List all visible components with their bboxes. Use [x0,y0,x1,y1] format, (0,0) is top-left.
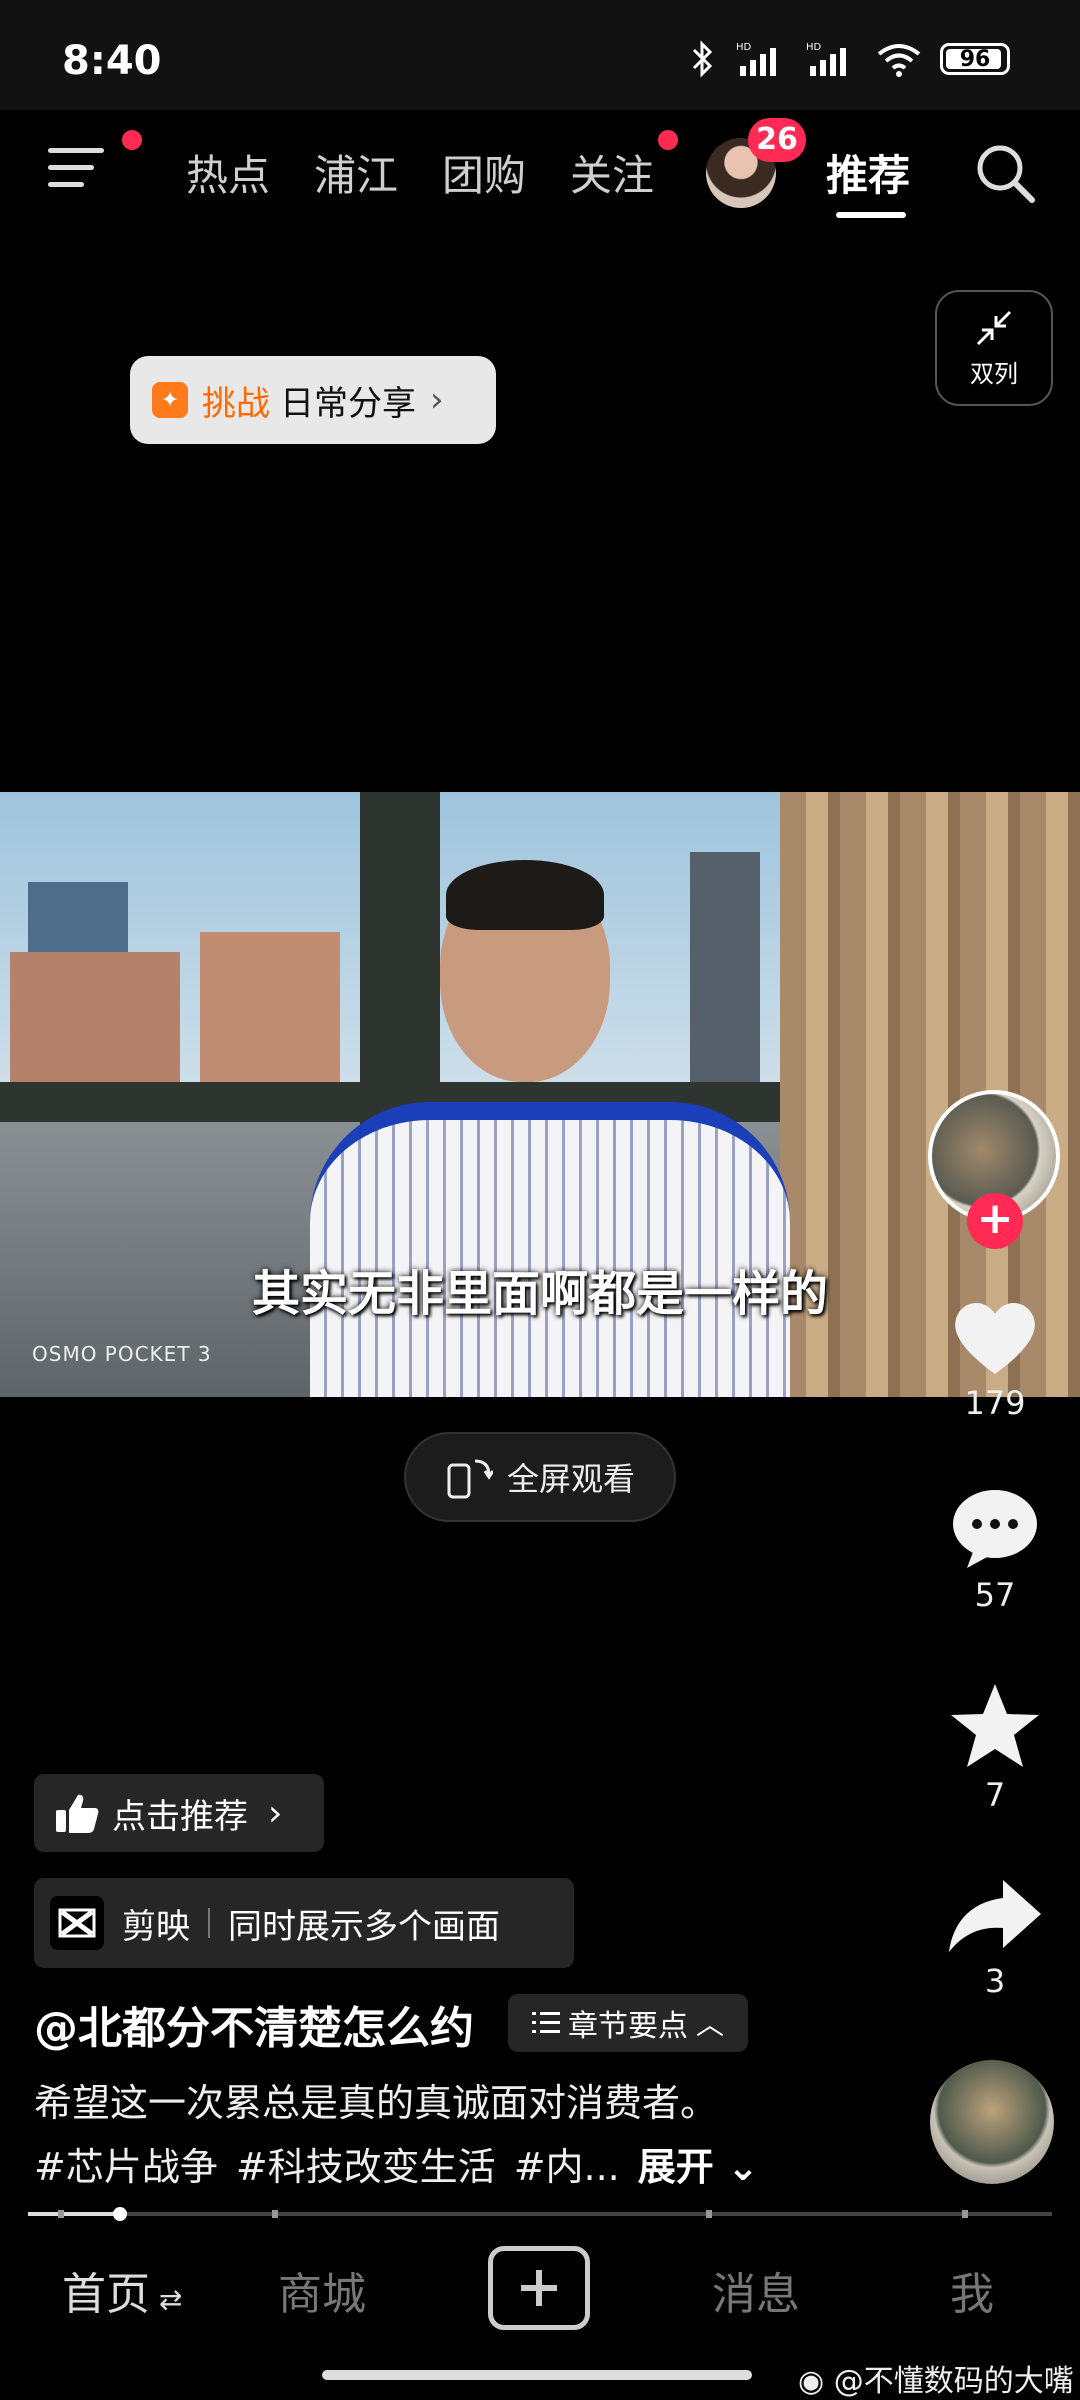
search-icon[interactable] [974,142,1036,204]
heart-icon [955,1302,1035,1374]
challenge-icon: ✦ [152,382,188,418]
recommend-button[interactable]: 点击推荐 › [34,1774,324,1852]
challenge-tag: 挑战 [202,383,270,424]
favorite-count: 7 [984,1776,1006,1814]
chapter-button[interactable]: 章节要点 ︿ [508,1994,748,2052]
battery-level: 96 [959,46,991,72]
status-bar: 8:40 HD HD 96 [0,0,1080,110]
tab-following[interactable]: 关注 [570,142,654,203]
comment-count: 57 [974,1576,1016,1614]
share-icon [949,1880,1041,1952]
signal-icon-2: HD [806,42,846,76]
nav-messages[interactable]: 消息 [712,2258,800,2322]
capcut-app-name: 剪映 [122,1906,190,1947]
hashtag[interactable]: #内... [514,2136,620,2191]
video-player[interactable]: 其实无非里面啊都是一样的 OSMO POCKET 3 [0,792,1080,1397]
hashtag[interactable]: #科技改变生活 [236,2136,496,2191]
rotate-screen-icon [447,1459,493,1499]
star-icon [951,1684,1039,1767]
post-description: 希望这一次累总是真的真诚面对消费者。 [34,2081,719,2125]
wifi-icon [877,44,921,77]
capcut-logo-icon [50,1896,104,1950]
source-watermark: ◉ @不懂数码的大嘴 [798,2364,1074,2399]
like-button[interactable]: 179 [945,1296,1045,1422]
hashtag[interactable]: #芯片战争 [34,2136,218,2191]
nav-me[interactable]: 我 [950,2258,994,2322]
share-count: 3 [984,1962,1006,2000]
tab-local[interactable]: 浦江 [314,142,398,203]
recommend-label: 点击推荐 [112,1796,248,1837]
divider [208,1908,210,1938]
swap-icon: ⇄ [150,2283,183,2316]
weibo-icon: ◉ [798,2364,834,2399]
bluetooth-icon [692,40,713,78]
collapse-icon [976,310,1012,346]
status-icons: HD HD 96 [688,40,1010,78]
nav-home[interactable]: 首页 ⇄ [62,2258,182,2322]
fullscreen-label: 全屏观看 [506,1460,635,1498]
comment-icon [953,1490,1037,1568]
challenge-pill[interactable]: ✦ 挑战 日常分享 › [130,356,496,444]
capcut-anchor[interactable]: 剪映 同时展示多个画面 [34,1878,574,1968]
person-body [310,1102,790,1397]
tab-recommend[interactable]: 推荐 [826,142,910,203]
post-tags: #芯片战争 #科技改变生活 #内... 展开 ⌄ [34,2136,759,2191]
progress-knob[interactable] [113,2207,128,2221]
chevron-right-icon: › [430,380,444,420]
video-subtitle: 其实无非里面啊都是一样的 [251,1266,828,1322]
nav-mall[interactable]: 商城 [278,2258,366,2322]
share-button[interactable]: 3 [945,1876,1045,2000]
author-name[interactable]: @北都分不清楚怎么约 [34,1992,474,2056]
status-time: 8:40 [62,38,162,84]
signal-icon: HD [736,42,776,76]
dual-column-label: 双列 [970,360,1018,388]
battery-icon: 96 [940,43,1010,75]
capcut-feature: 同时展示多个画面 [228,1906,500,1947]
music-disc-avatar[interactable] [930,2060,1054,2184]
create-post-button[interactable] [488,2246,590,2330]
fullscreen-button[interactable]: 全屏观看 [404,1432,676,1522]
favorite-button[interactable]: 7 [945,1682,1045,1814]
active-tab-indicator [836,212,906,218]
tab-group-buy[interactable]: 团购 [442,142,526,203]
challenge-label: 日常分享 [280,383,416,424]
follow-plus-icon[interactable]: + [967,1193,1023,1249]
like-count: 179 [964,1384,1026,1422]
home-indicator [322,2370,752,2380]
svg-text:HD: HD [736,42,752,53]
camera-watermark: OSMO POCKET 3 [32,1342,212,1366]
chevron-up-icon: ︿ [695,2008,724,2041]
dual-column-button[interactable]: 双列 [935,290,1053,406]
menu-notification-dot [122,130,142,150]
avatar-badge: 26 [748,118,806,162]
svg-text:HD: HD [806,42,822,53]
thumbs-up-icon [56,1794,99,1833]
playback-progress-bar[interactable] [28,2207,1052,2221]
following-notification-dot [658,130,678,150]
comment-button[interactable]: 57 [945,1486,1045,1614]
menu-icon[interactable] [48,148,108,198]
list-icon [531,2012,560,2033]
plus-icon [521,2270,557,2306]
bottom-nav: 首页 ⇄ 商城 消息 我 [0,2222,1080,2352]
chapter-label: 章节要点 [567,2009,688,2044]
expand-button[interactable]: 展开 ⌄ [638,2136,759,2191]
chevron-right-icon: › [268,1792,283,1834]
top-nav: 热点 浦江 团购 关注 26 推荐 [0,110,1080,235]
tab-hot[interactable]: 热点 [186,142,270,203]
progress-fill [28,2212,121,2216]
